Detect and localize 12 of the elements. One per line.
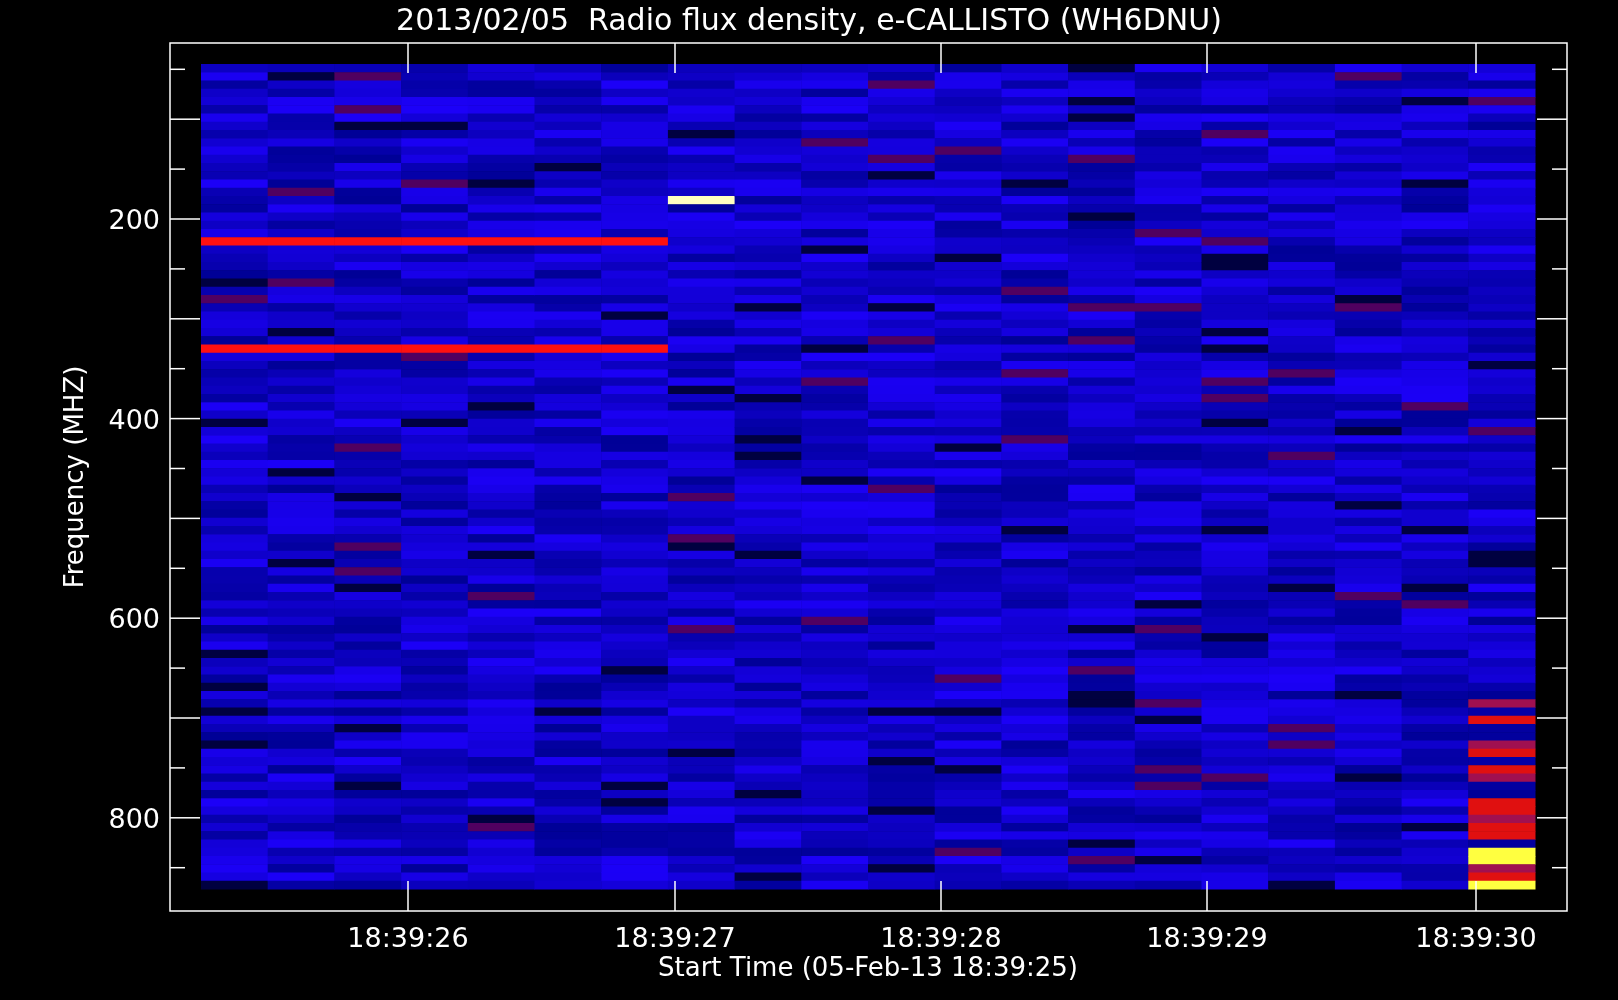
y-tick-label: 800 xyxy=(108,802,160,834)
x-tick-label: 18:39:30 xyxy=(1415,922,1537,953)
x-tick-label: 18:39:29 xyxy=(1146,922,1268,953)
chart-title: 2013/02/05 Radio flux density, e-CALLISTO (WH6DNU) xyxy=(396,2,1222,37)
x-tick-label: 18:39:27 xyxy=(614,922,736,953)
x-tick-label: 18:39:28 xyxy=(880,922,1002,953)
y-tick-label: 200 xyxy=(108,204,160,235)
x-tick-label: 18:39:26 xyxy=(347,922,469,953)
y-axis-label: Frequency (MHZ) xyxy=(59,365,89,589)
x-axis-label: Start Time (05-Feb-13 18:39:25) xyxy=(658,952,1078,982)
y-tick-label: 600 xyxy=(108,603,160,635)
y-tick-label: 400 xyxy=(108,403,160,435)
